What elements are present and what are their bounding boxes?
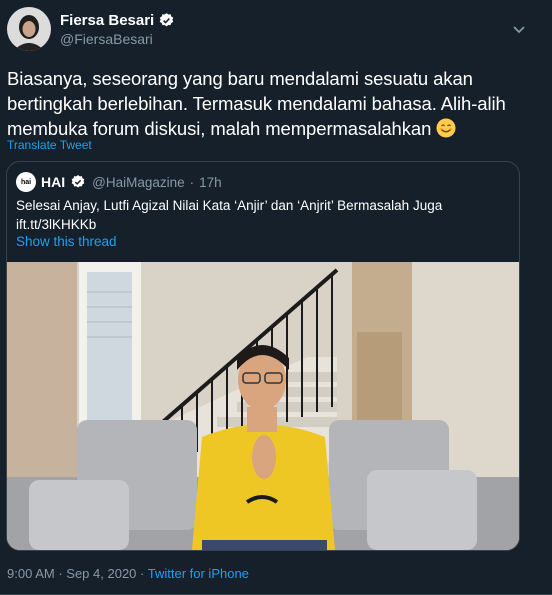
- tweet-source-link[interactable]: Twitter for iPhone: [148, 566, 249, 581]
- quoted-tweet-text: Selesai Anjay, Lutfi Agizal Nilai Kata ‘…: [16, 196, 506, 234]
- quoted-tweet-age[interactable]: 17h: [199, 175, 222, 190]
- tweet-body: Biasanya, seseorang yang baru mendalami …: [7, 68, 506, 139]
- separator-dot: ·: [140, 566, 148, 581]
- show-thread-link[interactable]: Show this thread: [16, 234, 117, 249]
- quoted-tweet-header: hai HAI @HaiMagazine · 17h: [16, 172, 222, 192]
- chevron-down-icon[interactable]: [512, 22, 526, 34]
- author-name[interactable]: Fiersa Besari: [60, 12, 175, 29]
- quoted-author-handle[interactable]: @HaiMagazine: [92, 175, 185, 190]
- author-handle[interactable]: @FiersaBesari: [60, 31, 153, 47]
- verified-badge-icon: [158, 12, 175, 29]
- quoted-author-name[interactable]: HAI: [41, 174, 65, 190]
- author-name-text[interactable]: Fiersa Besari: [60, 12, 154, 29]
- tweet-text: Biasanya, seseorang yang baru mendalami …: [7, 66, 537, 141]
- translate-tweet-link[interactable]: Translate Tweet: [7, 138, 92, 152]
- smiling-face-emoji: [436, 118, 456, 138]
- hai-logo-avatar[interactable]: hai: [16, 172, 36, 192]
- quoted-tweet-headline: Selesai Anjay, Lutfi Agizal Nilai Kata ‘…: [16, 198, 443, 213]
- tweet-time[interactable]: 9:00 AM: [7, 566, 55, 581]
- tweet: Fiersa Besari @FiersaBesari Biasanya, se…: [0, 0, 552, 595]
- quoted-tweet-image[interactable]: [7, 262, 519, 550]
- hai-logo-text: hai: [20, 178, 32, 186]
- tweet-meta: 9:00 AM · Sep 4, 2020 · Twitter for iPho…: [7, 566, 249, 581]
- tweet-date[interactable]: Sep 4, 2020: [66, 566, 136, 581]
- author-avatar[interactable]: [7, 7, 51, 51]
- verified-badge-icon: [70, 174, 87, 191]
- quoted-tweet-url[interactable]: ift.tt/3lKHKKb: [16, 215, 506, 234]
- separator-dot: ·: [189, 174, 195, 190]
- quoted-tweet[interactable]: hai HAI @HaiMagazine · 17h Selesai Anjay…: [6, 161, 520, 551]
